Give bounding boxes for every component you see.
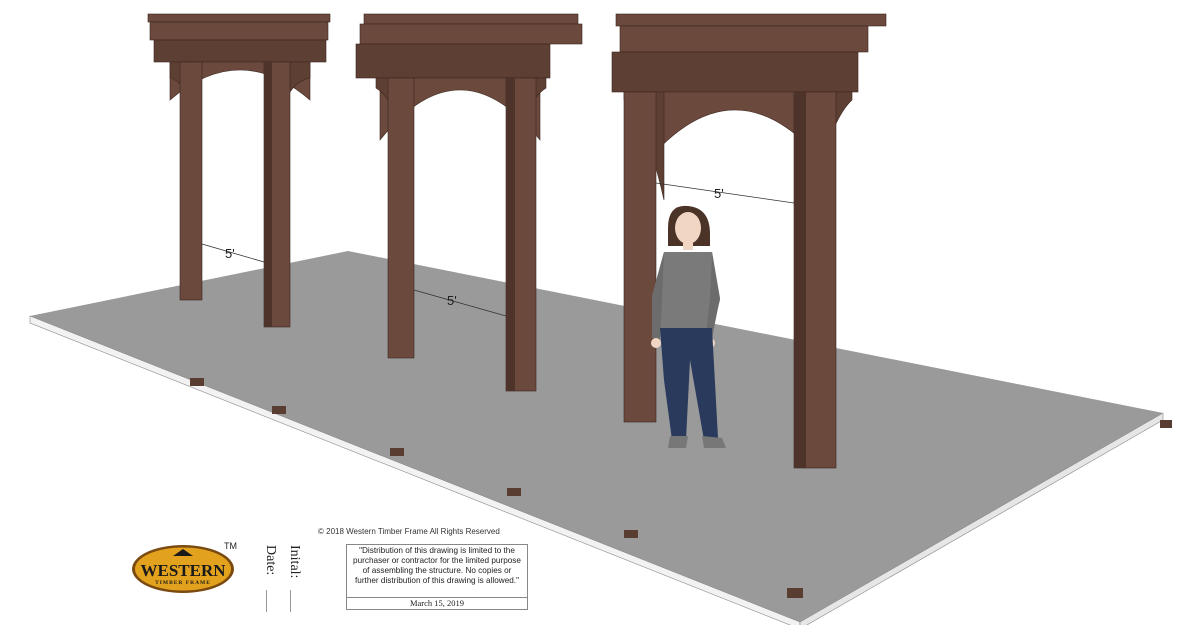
initial-label: Inital: — [287, 545, 302, 579]
distribution-notice: "Distribution of this drawing is limited… — [353, 546, 521, 585]
initial-line — [290, 590, 291, 612]
trademark-mark: TM — [224, 541, 237, 551]
western-timber-frame-logo: WESTERN TIMBER FRAME — [130, 542, 236, 594]
distribution-notice-box: "Distribution of this drawing is limited… — [346, 544, 528, 610]
dimension-label-middle: 5' — [447, 293, 457, 308]
copyright-notice: © 2018 Western Timber Frame All Rights R… — [318, 527, 500, 536]
notice-date: March 15, 2019 — [347, 597, 527, 609]
date-line — [266, 590, 267, 612]
dimension-label-left: 5' — [225, 246, 235, 261]
dimension-label-right: 5' — [714, 186, 724, 201]
logo-brand: WESTERN — [140, 561, 226, 580]
date-label: Date: — [263, 545, 278, 576]
logo-tagline: TIMBER FRAME — [155, 580, 211, 586]
pergola-scene: 5' 5' 5' — [29, 13, 1172, 625]
